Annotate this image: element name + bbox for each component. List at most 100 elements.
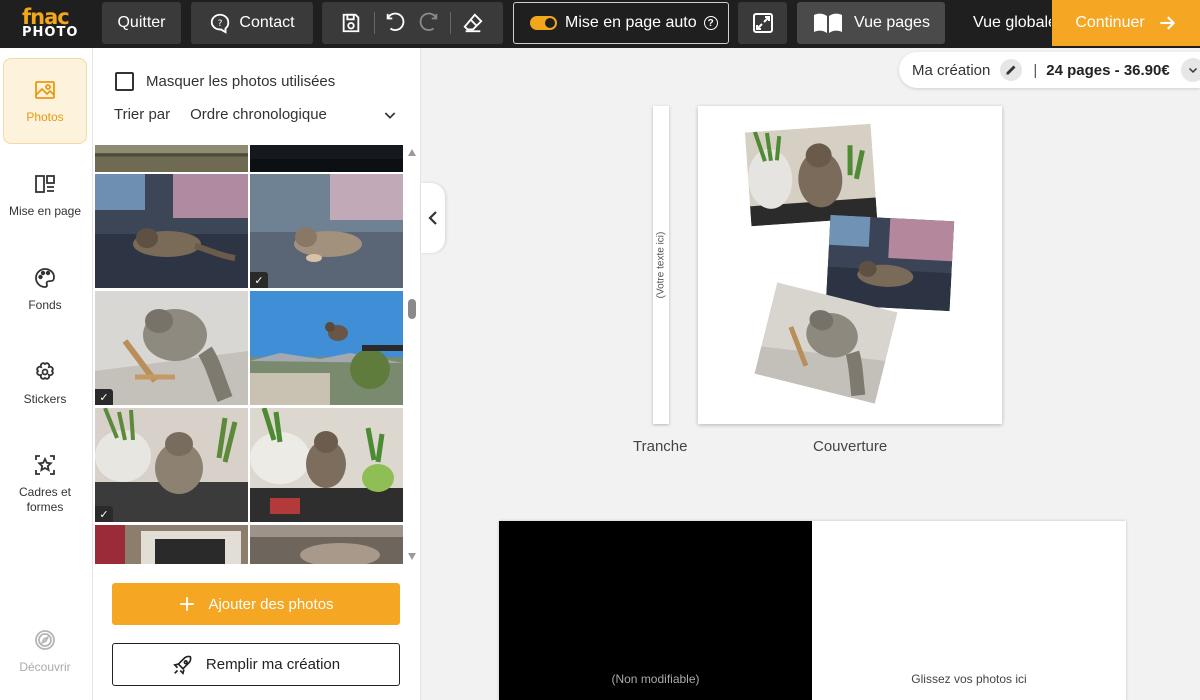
edit-tools-group — [322, 2, 503, 44]
contact-label: Contact — [239, 14, 295, 31]
rocket-icon — [173, 655, 192, 675]
spine-caption: Tranche — [633, 438, 688, 455]
sort-select[interactable]: Trier par Ordre chronologique — [114, 106, 398, 123]
save-icon[interactable] — [340, 12, 362, 34]
fill-creation-label: Remplir ma création — [205, 656, 341, 673]
auto-layout-label: Mise en page auto — [565, 14, 697, 31]
arrow-right-icon — [1160, 16, 1175, 30]
photo-thumbnail[interactable]: ✓ — [95, 408, 248, 522]
nav-label-layout: Mise en page — [8, 203, 82, 218]
scroll-thumb[interactable] — [408, 299, 416, 319]
photo-grid-scrollbar[interactable] — [406, 145, 418, 564]
collapse-panel-tab[interactable] — [421, 183, 445, 253]
photo-thumbnail[interactable] — [250, 525, 403, 564]
hide-used-checkbox[interactable] — [115, 72, 134, 91]
nav-item-discover[interactable]: Découvrir — [3, 608, 87, 694]
photos-panel: Masquer les photos utilisées Trier par O… — [93, 48, 421, 700]
spine-text-placeholder[interactable]: (Votre texte ici) — [656, 232, 667, 299]
creation-info-bar: Ma création | 24 pages - 36.90€ — [899, 52, 1200, 88]
hide-used-label: Masquer les photos utilisées — [146, 73, 336, 90]
photo-thumbnail[interactable] — [95, 525, 248, 564]
auto-layout-toggle[interactable]: Mise en page auto ? — [513, 2, 729, 44]
continue-label: Continuer — [1075, 14, 1145, 31]
nav-label-backgrounds: Fonds — [28, 297, 62, 312]
creation-name: Ma création — [912, 61, 991, 79]
expand-icon — [752, 13, 773, 33]
non-modifiable-label: (Non modifiable) — [611, 672, 700, 686]
sort-value: Ordre chronologique — [190, 106, 327, 123]
add-photos-button[interactable]: Ajouter des photos — [112, 583, 400, 625]
photo-thumbnail[interactable]: ✓ — [250, 174, 403, 288]
nav-item-frames[interactable]: Cadres et formes — [3, 434, 87, 534]
hide-used-option[interactable]: Masquer les photos utilisées — [115, 72, 335, 91]
nav-label-stickers: Stickers — [23, 391, 67, 406]
chevron-down-icon — [384, 112, 396, 119]
plus-icon — [180, 597, 195, 611]
layout-icon — [35, 174, 55, 193]
fullscreen-button[interactable] — [738, 2, 787, 44]
photo-drop-zone[interactable]: Glissez vos photos ici — [812, 672, 1126, 686]
photo-grid: ✓ ✓ ✓ — [95, 145, 405, 564]
info-divider: | — [1033, 61, 1038, 79]
nav-label-photos: Photos — [26, 109, 64, 124]
photo-thumbnail[interactable] — [95, 174, 248, 288]
photo-thumbnail[interactable] — [250, 145, 403, 172]
eraser-icon[interactable] — [462, 12, 484, 34]
vue-pages-button[interactable]: Vue pages — [797, 2, 945, 44]
fill-creation-button[interactable]: Remplir ma création — [112, 643, 400, 686]
nav-item-layout[interactable]: Mise en page — [3, 152, 87, 238]
nav-item-stickers[interactable]: Stickers — [3, 340, 87, 426]
tool-divider — [374, 12, 375, 34]
chat-help-icon: ? — [211, 13, 230, 34]
photo-thumbnail[interactable]: ✓ — [95, 291, 248, 405]
page-spread: (Non modifiable) Glissez vos photos ici — [499, 521, 1126, 700]
used-check-icon: ✓ — [95, 506, 113, 522]
contact-button[interactable]: ? Contact — [191, 2, 313, 44]
flower-icon — [36, 361, 54, 380]
used-check-icon: ✓ — [250, 272, 268, 288]
quit-button[interactable]: Quitter — [102, 2, 181, 44]
nav-label-frames: Cadres et formes — [18, 485, 72, 514]
left-navigation: Photos Mise en page Fonds Stickers Cadre… — [0, 48, 93, 700]
cover-photo[interactable] — [744, 123, 878, 227]
add-photos-label: Ajouter des photos — [208, 595, 334, 613]
tool-divider — [450, 12, 451, 34]
continue-button[interactable]: Continuer — [1052, 0, 1200, 46]
logo-text-bottom: PHOTO — [22, 25, 79, 40]
photo-thumbnail[interactable] — [250, 291, 403, 405]
vue-pages-label: Vue pages — [854, 14, 930, 31]
pages-price: 24 pages - 36.90€ — [1046, 61, 1170, 79]
toggle-switch[interactable] — [530, 16, 557, 30]
cover-caption: Couverture — [813, 438, 888, 455]
photo-thumbnail[interactable] — [250, 408, 403, 522]
nav-label-discover: Découvrir — [19, 659, 71, 674]
pencil-icon — [1006, 65, 1016, 75]
palette-icon — [35, 267, 55, 288]
photo-thumbnail[interactable] — [95, 145, 248, 172]
nav-item-backgrounds[interactable]: Fonds — [3, 246, 87, 332]
scroll-down-arrow[interactable] — [408, 553, 416, 560]
sort-label: Trier par — [114, 106, 171, 123]
image-icon — [35, 80, 55, 99]
used-check-icon: ✓ — [95, 389, 113, 405]
chevron-left-icon — [428, 211, 437, 225]
creation-dropdown-button[interactable] — [1181, 58, 1200, 82]
redo-icon[interactable] — [418, 12, 440, 34]
frame-star-icon — [35, 455, 55, 475]
undo-icon[interactable] — [384, 12, 406, 34]
chevron-down-icon — [1188, 67, 1198, 74]
nav-item-photos[interactable]: Photos — [3, 58, 87, 144]
cover-photo[interactable] — [825, 214, 955, 312]
open-book-icon — [814, 13, 843, 33]
vue-globale-button[interactable]: Vue globale — [945, 2, 1051, 44]
fnac-photo-logo[interactable]: fnac PHOTO — [10, 5, 92, 43]
quit-label: Quitter — [117, 14, 166, 31]
vue-globale-label: Vue globale — [973, 14, 1051, 31]
cover-content — [700, 114, 994, 415]
edit-name-button[interactable] — [1000, 59, 1023, 81]
scroll-up-arrow[interactable] — [408, 149, 416, 156]
compass-icon — [35, 629, 55, 650]
svg-text:?: ? — [218, 18, 223, 29]
help-icon[interactable]: ? — [703, 16, 718, 30]
top-bar: fnac PHOTO Quitter ? Contact Mise en pag… — [0, 0, 1200, 48]
